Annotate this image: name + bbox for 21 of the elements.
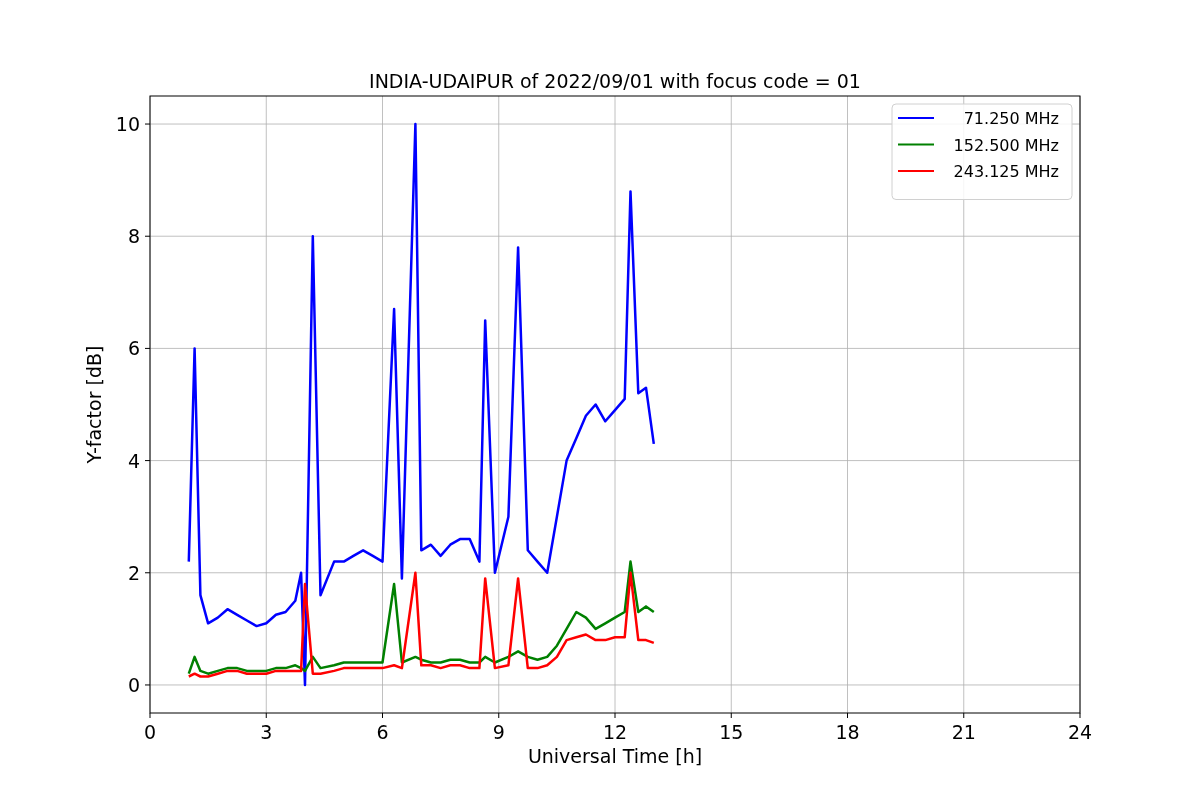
- chart-title: INDIA-UDAIPUR of 2022/09/01 with focus code = 01: [369, 70, 861, 92]
- axis-tick-label: 6: [376, 721, 389, 743]
- axis-tick-label: 4: [127, 449, 140, 472]
- axis-tick-label: 24: [1067, 721, 1093, 743]
- axis-tick-label: 0: [127, 673, 140, 696]
- axis-tick-label: 6: [127, 337, 140, 360]
- axis-tick-label: 12: [602, 721, 628, 743]
- legend-label: 71.250 MHz: [963, 109, 1059, 128]
- axis-tick-label: 21: [951, 721, 976, 743]
- axis-tick-label: 10: [115, 113, 140, 136]
- axis-tick-label: 9: [492, 721, 505, 743]
- legend-label: 243.125 MHz: [953, 162, 1059, 181]
- legend-label: 152.500 MHz: [953, 135, 1059, 155]
- axis-tick-label: 2: [127, 561, 140, 584]
- axis-tick-label: 15: [719, 721, 744, 743]
- axis-label: Universal Time [h]: [527, 745, 703, 767]
- axis-tick-label: 18: [835, 721, 860, 743]
- axis-tick-label: 0: [143, 721, 157, 743]
- axis-tick-label: 8: [127, 225, 140, 248]
- axis-label: Y-factor [dB]: [83, 345, 105, 464]
- axis-tick-label: 3: [260, 721, 273, 743]
